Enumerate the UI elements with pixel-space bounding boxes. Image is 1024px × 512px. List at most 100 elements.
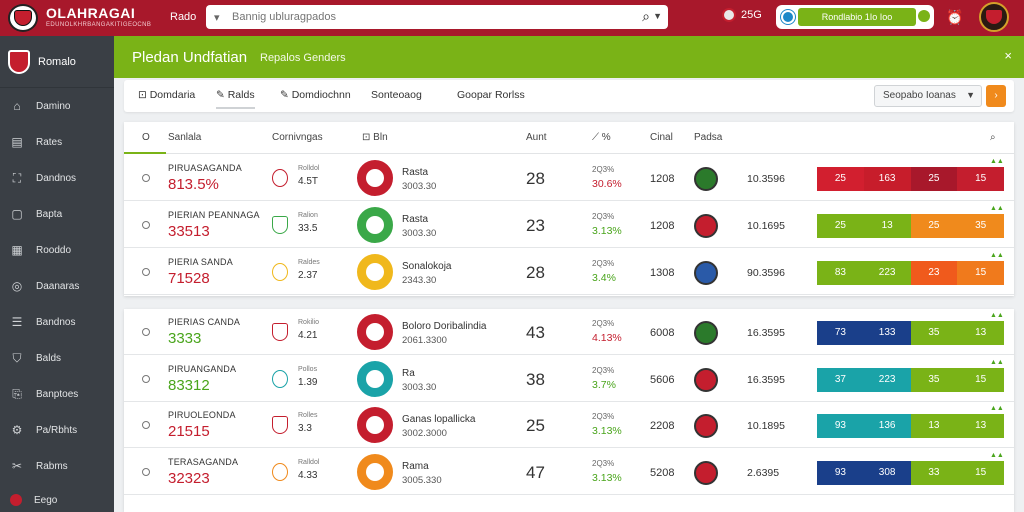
filter-tab[interactable]: ✎ Ralds	[216, 89, 255, 109]
club-crest-icon[interactable]	[357, 314, 393, 350]
filter-tab[interactable]: Sonteoaog	[371, 89, 422, 101]
sidebar-item-7[interactable]: ⛉ Balds	[0, 340, 114, 376]
col-header-percent[interactable]: ⟋ %	[592, 132, 611, 143]
filter-tab[interactable]: ⊡ Domdaria	[138, 89, 195, 101]
home-icon: ⌂	[13, 99, 21, 113]
search-bar[interactable]: ▾ ⌕ ▼	[206, 5, 668, 29]
team-value: 813.5%	[168, 176, 219, 193]
col-header-category[interactable]: Cornivngas	[272, 132, 323, 143]
percent-value: 3.7%	[592, 379, 616, 391]
stat-bar-segment: 35	[910, 368, 958, 392]
stat-bar-segment: 13	[957, 414, 1004, 438]
sidebar-item-5[interactable]: ◎ Daanaras	[0, 268, 114, 304]
sort-select[interactable]: Seopabo Ioanas ▼	[874, 85, 982, 107]
col-header-final[interactable]: Cinal	[650, 132, 673, 143]
table-row[interactable]: PIERIA SANDA 71528 Raldes 2.37 Sonalokoja 234…	[124, 249, 1014, 295]
stat-bar[interactable]: 37 223 35 15	[817, 368, 1004, 392]
row-radio[interactable]	[142, 375, 150, 383]
sidebar-item-label: Balds	[36, 352, 62, 364]
stat-bar[interactable]: 25 163 25 15	[817, 167, 1004, 191]
table-row[interactable]: TERASAGANDA 32323 Ralldol 4.33 Rama 3005.330 4…	[124, 449, 1014, 495]
tool-icon: ✂	[11, 459, 23, 473]
category-value: 1.39	[298, 377, 318, 388]
category-icon	[272, 216, 288, 234]
sidebar-item-label: Banptoes	[36, 388, 79, 400]
row-radio[interactable]	[142, 221, 150, 229]
select-all-radio[interactable]: O	[142, 132, 150, 143]
sidebar-item-0[interactable]: ⌂ Damino	[0, 88, 114, 124]
page-title: Pledan Undfatian	[132, 49, 248, 66]
category-label: Pollos	[298, 366, 318, 373]
col-header-amount[interactable]: Aunt	[526, 132, 547, 143]
sidebar-item-9[interactable]: ⚙ Pa/Rbhts	[0, 412, 114, 448]
sidebar-footer[interactable]: Eego	[0, 488, 114, 512]
row-radio[interactable]	[142, 174, 150, 182]
category-label: Rokilio	[298, 319, 320, 326]
amount-value: 28	[526, 263, 545, 282]
brand-title[interactable]: OLAHRAGAI	[46, 5, 135, 21]
table-row[interactable]: PIERIAN PEANNAGA 33513 Ralion 33.5 Rasta 3003…	[124, 202, 1014, 248]
sidebar-item-6[interactable]: ☰ Bandnos	[0, 304, 114, 340]
stat-bar[interactable]: 25 13 25 35	[817, 214, 1004, 238]
active-column-indicator	[124, 152, 166, 154]
ratio-value: 90.3596	[747, 267, 785, 279]
status-pill[interactable]: Rondlabio 1Io Ioo	[776, 5, 934, 29]
col-header-team[interactable]: Sanlala	[168, 132, 201, 143]
row-radio[interactable]	[142, 468, 150, 476]
stat-bar-segment: 25	[817, 214, 864, 238]
club-crest-icon[interactable]	[357, 454, 393, 490]
avatar[interactable]	[979, 2, 1009, 32]
row-radio[interactable]	[142, 421, 150, 429]
table-row[interactable]: PIRUANGANDA 83312 Pollos 1.39 Ra 3003.30 38 2Q3…	[124, 356, 1014, 402]
sidebar-item-label: Pa/Rbhts	[36, 424, 78, 436]
alarm-icon[interactable]: ⏰	[946, 9, 963, 26]
search-input[interactable]	[232, 11, 612, 23]
close-icon[interactable]: ×	[1004, 48, 1012, 63]
score-widget[interactable]: 25G	[722, 8, 762, 22]
sidebar-item-8[interactable]: ⎘ Banptoes	[0, 376, 114, 412]
sidebar-item-3[interactable]: ▢ Bapta	[0, 196, 114, 232]
stat-bar-segment: 83	[817, 261, 864, 285]
club-crest-icon[interactable]	[357, 254, 393, 290]
club-name: Boloro Doribalindia	[402, 321, 487, 332]
table-search-icon[interactable]: ⌕	[990, 132, 996, 143]
sidebar-item-4[interactable]: ▦ Rooddo	[0, 232, 114, 268]
filter-tab[interactable]: ✎ Domdiochnn	[280, 89, 351, 101]
col-header-result[interactable]: Padsa	[694, 132, 722, 143]
sidebar-item-1[interactable]: ▤ Rates	[0, 124, 114, 160]
chevron-down-icon[interactable]: ▼	[653, 11, 662, 21]
page-subtitle[interactable]: Repalos Genders	[260, 52, 346, 64]
club-name: Ra	[402, 368, 415, 379]
stat-bar-segment: 13	[957, 321, 1004, 345]
col-header-club[interactable]: ⊡ Bln	[362, 132, 388, 143]
row-radio[interactable]	[142, 268, 150, 276]
search-icon[interactable]: ⌕	[642, 8, 650, 25]
apply-button[interactable]: ›	[986, 85, 1006, 107]
stat-bar[interactable]: 93 308 33 15	[817, 461, 1004, 485]
stat-bar[interactable]: 73 133 35 13	[817, 321, 1004, 345]
filter-tab[interactable]: Goopar Rorlss	[457, 89, 525, 101]
sidebar-item-label: Rabms	[36, 460, 68, 472]
top-nav-link[interactable]: Rado	[170, 11, 196, 23]
club-crest-icon[interactable]	[357, 361, 393, 397]
club-crest-icon[interactable]	[357, 160, 393, 196]
club-crest-icon[interactable]	[357, 407, 393, 443]
category-icon	[272, 370, 288, 388]
result-logo-icon	[694, 461, 718, 485]
sidebar-item-2[interactable]: ⛶ Dandnos	[0, 160, 114, 196]
sidebar-item-10[interactable]: ✂ Rabms	[0, 448, 114, 484]
result-logo-icon	[694, 167, 718, 191]
stat-bar[interactable]: 93 136 13 13	[817, 414, 1004, 438]
table-row[interactable]: PIRUOLEONDA 21515 Rolles 3.3 Ganas lopallick…	[124, 402, 1014, 448]
status-dot-icon	[781, 10, 795, 24]
table-row[interactable]: PIRUASAGANDA 813.5% Rolldol 4.5T Rasta 3003.3…	[124, 155, 1014, 201]
sidebar-item-label: Dandnos	[36, 172, 77, 184]
category-value: 4.33	[298, 470, 318, 481]
stat-bar[interactable]: 83 223 23 15	[817, 261, 1004, 285]
row-radio[interactable]	[142, 328, 150, 336]
club-crest-icon[interactable]	[357, 207, 393, 243]
sidebar-header[interactable]: Romalo	[0, 36, 114, 88]
club-logo-icon[interactable]	[8, 4, 38, 32]
table-row[interactable]: PIERIAS CANDA 3333 Rokilio 4.21 Boloro Dorib…	[124, 309, 1014, 355]
list-icon: ☰	[11, 315, 23, 329]
